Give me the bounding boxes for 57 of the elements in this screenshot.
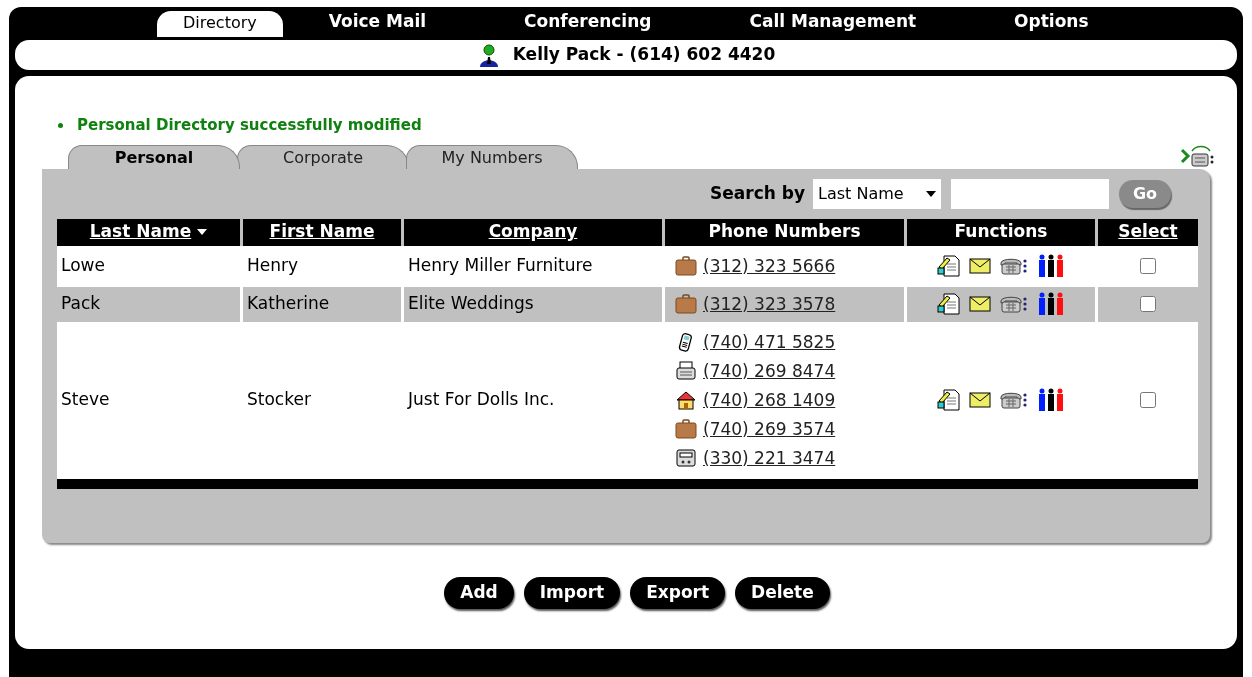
action-button[interactable]: Add xyxy=(444,576,514,609)
edit-document-icon[interactable] xyxy=(937,389,961,411)
envelope-icon[interactable] xyxy=(969,296,991,312)
envelope-icon[interactable] xyxy=(969,258,991,274)
select-checkbox[interactable] xyxy=(1140,258,1156,274)
sort-arrow-icon xyxy=(197,229,208,235)
user-name: Kelly Pack - (614) 602 4420 xyxy=(512,43,776,67)
phone-icon[interactable] xyxy=(999,256,1029,276)
phone-link[interactable]: (740) 269 3574 xyxy=(703,417,836,441)
column-header[interactable]: Select xyxy=(1098,218,1198,246)
house-icon xyxy=(675,390,697,410)
action-button[interactable]: Delete xyxy=(735,576,830,609)
table-cell: Pack xyxy=(57,286,240,322)
phone-link[interactable]: (740) 268 1409 xyxy=(703,388,836,412)
bullet-icon xyxy=(58,122,63,128)
select-checkbox[interactable] xyxy=(1140,296,1156,312)
column-header[interactable]: First Name xyxy=(243,218,401,246)
nav-tab[interactable]: Call Management xyxy=(745,7,921,37)
briefcase-icon xyxy=(675,256,697,276)
action-button[interactable]: Export xyxy=(630,576,726,609)
phone-icon[interactable] xyxy=(999,390,1029,410)
success-message: Personal Directory successfully modified xyxy=(77,115,422,136)
phone-link[interactable]: (740) 269 8474 xyxy=(703,359,836,383)
section-tab[interactable]: Personal xyxy=(68,144,240,169)
people-icon[interactable] xyxy=(1037,388,1065,412)
phone-link[interactable]: (740) 471 5825 xyxy=(703,330,836,354)
dropdown-caret-icon xyxy=(926,190,936,197)
select-checkbox[interactable] xyxy=(1140,392,1156,408)
action-button[interactable]: Import xyxy=(523,576,621,609)
briefcase-icon xyxy=(675,294,697,314)
search-field-dropdown[interactable]: Last Name xyxy=(813,178,941,209)
nav-tab[interactable]: Voice Mail xyxy=(324,7,431,37)
nav-tab[interactable]: Directory xyxy=(157,11,283,37)
table-cell: Katherine xyxy=(243,286,401,322)
edit-document-icon[interactable] xyxy=(937,255,961,277)
fax-machine-icon xyxy=(675,361,697,381)
envelope-icon[interactable] xyxy=(969,392,991,408)
people-icon[interactable] xyxy=(1037,292,1065,316)
edit-document-icon[interactable] xyxy=(937,293,961,315)
phone-link[interactable]: (312) 323 5666 xyxy=(703,254,836,278)
section-tab[interactable]: My Numbers xyxy=(406,144,578,169)
people-icon[interactable] xyxy=(1037,254,1065,278)
phone-link[interactable]: (330) 221 3474 xyxy=(703,446,836,470)
phone-signal-icon[interactable] xyxy=(1180,144,1216,167)
pager-icon xyxy=(675,448,697,468)
section-tab[interactable]: Corporate xyxy=(237,144,409,169)
briefcase-icon xyxy=(675,419,697,439)
column-header: Functions xyxy=(907,218,1095,246)
column-header[interactable]: Last Name xyxy=(57,218,240,246)
search-input[interactable] xyxy=(951,178,1109,209)
search-label: Search by xyxy=(710,181,805,205)
nav-tab[interactable]: Conferencing xyxy=(520,7,656,37)
column-header: Phone Numbers xyxy=(665,218,904,246)
phone-icon[interactable] xyxy=(999,294,1029,314)
nav-tab[interactable]: Options xyxy=(1010,7,1093,37)
column-header[interactable]: Company xyxy=(404,218,662,246)
table-cell: Elite Weddings xyxy=(404,286,662,322)
